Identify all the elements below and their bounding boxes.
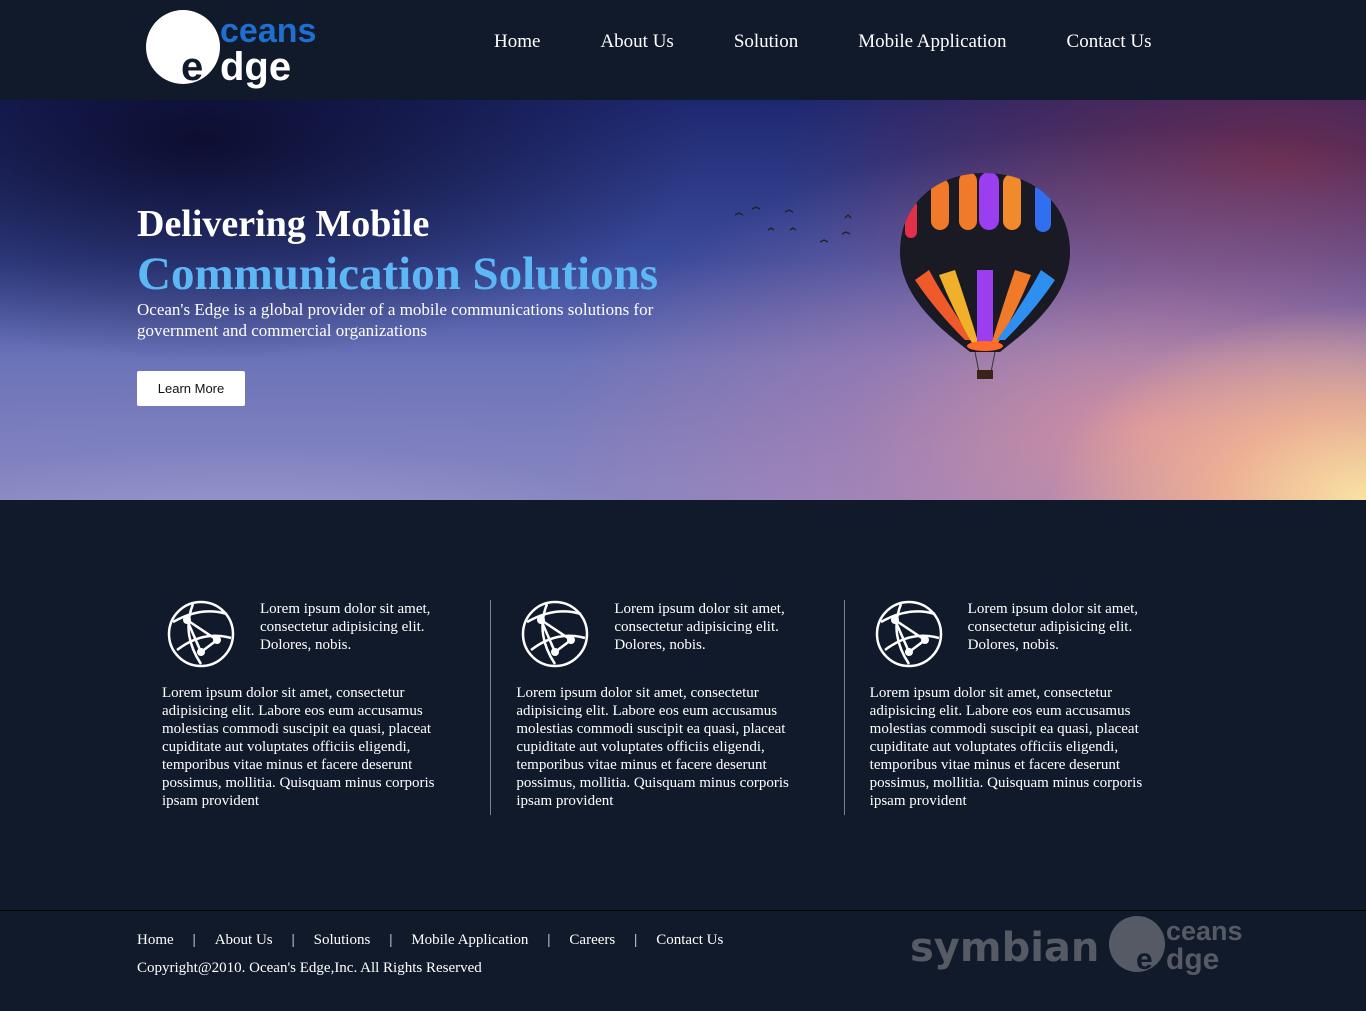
hot-air-balloon-image: [900, 173, 1070, 379]
learn-more-button[interactable]: Learn More: [137, 371, 245, 406]
globe-network-icon: [875, 600, 942, 668]
feature-card: Lorem ipsum dolor sit amet, consectetur …: [137, 600, 490, 815]
hero-title-line1: Delivering Mobile: [137, 203, 430, 245]
site-header: ceans e dge Home About Us Solution Mobil…: [0, 0, 1366, 100]
feature-card: Lorem ipsum dolor sit amet, consectetur …: [843, 600, 1197, 815]
footer-nav-careers[interactable]: Careers: [569, 932, 615, 949]
svg-text:e: e: [181, 45, 203, 89]
nav-home[interactable]: Home: [494, 30, 540, 54]
svg-text:dge: dge: [220, 45, 291, 89]
footer-nav: Home | About Us | Solutions | Mobile App…: [137, 932, 723, 949]
globe-network-icon: [167, 600, 235, 668]
feature-card: Lorem ipsum dolor sit amet, consectetur …: [490, 600, 843, 815]
footer-nav-home[interactable]: Home: [137, 932, 174, 949]
footer-separator: |: [547, 932, 551, 948]
feature-body: Lorem ipsum dolor sit amet, consectetur …: [869, 685, 1143, 809]
footer-separator: |: [634, 932, 638, 948]
feature-heading: Lorem ipsum dolor sit amet, consectetur …: [967, 601, 1139, 653]
hero-title-line2: Communication Solutions: [137, 248, 659, 300]
svg-text:dge: dge: [1166, 943, 1219, 976]
hero-banner: Delivering Mobile Communication Solution…: [0, 100, 1366, 500]
footer-nav-about-us[interactable]: About Us: [215, 932, 273, 949]
feature-heading: Lorem ipsum dolor sit amet, consectetur …: [260, 601, 431, 653]
svg-text:ceans: ceans: [1166, 916, 1243, 946]
features-section: Lorem ipsum dolor sit amet, consectetur …: [137, 600, 1197, 815]
copyright-text: Copyright@2010. Ocean's Edge,Inc. All Ri…: [137, 960, 482, 976]
hero-description: Ocean's Edge is a global provider of a m…: [137, 300, 654, 340]
svg-text:e: e: [1136, 943, 1153, 976]
nav-solution[interactable]: Solution: [734, 30, 798, 54]
nav-about-us[interactable]: About Us: [600, 30, 673, 54]
footer-nav-mobile-application[interactable]: Mobile Application: [411, 932, 528, 949]
footer-separator: |: [192, 932, 196, 948]
globe-network-icon: [522, 600, 589, 668]
site-footer: Home | About Us | Solutions | Mobile App…: [0, 910, 1366, 1011]
symbian-logo: symbian: [910, 925, 1100, 971]
footer-nav-contact-us[interactable]: Contact Us: [656, 932, 723, 949]
feature-heading: Lorem ipsum dolor sit amet, consectetur …: [614, 601, 785, 653]
main-nav: Home About Us Solution Mobile Applicatio…: [494, 30, 1151, 54]
nav-mobile-application[interactable]: Mobile Application: [858, 30, 1006, 54]
footer-separator: |: [291, 932, 295, 948]
nav-contact-us[interactable]: Contact Us: [1067, 30, 1152, 54]
feature-body: Lorem ipsum dolor sit amet, consectetur …: [516, 685, 789, 809]
footer-nav-solutions[interactable]: Solutions: [314, 932, 371, 949]
birds-image: [734, 206, 852, 243]
oceans-edge-logo[interactable]: ceans e dge: [145, 10, 340, 90]
feature-body: Lorem ipsum dolor sit amet, consectetur …: [162, 685, 435, 809]
footer-oceans-edge-logo: ceans e dge: [1109, 916, 1243, 976]
footer-separator: |: [389, 932, 393, 948]
